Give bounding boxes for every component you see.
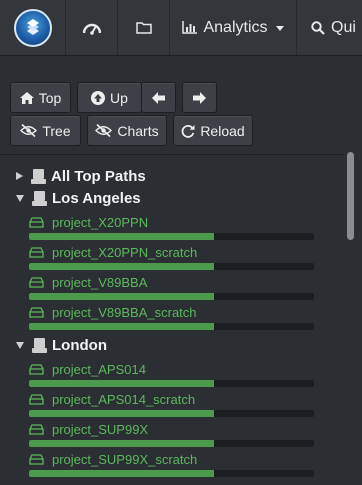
analytics-menu[interactable]: Analytics xyxy=(170,0,297,55)
tree-item-label: project_SUP99X_scratch xyxy=(52,451,198,467)
charts-button-label: Charts xyxy=(117,122,159,139)
usage-bar xyxy=(29,470,314,477)
hard-drive-icon xyxy=(32,337,47,353)
disk-icon xyxy=(29,393,44,405)
usage-bar-fill xyxy=(29,380,215,387)
tree-item-label-row: project_SUP99X_scratch xyxy=(29,450,197,468)
hard-drive-icon xyxy=(31,168,46,184)
usage-bar xyxy=(29,293,314,300)
quick-search-menu[interactable]: Qui xyxy=(297,0,362,55)
back-button[interactable] xyxy=(141,82,176,113)
arrow-right-icon xyxy=(193,91,206,104)
arrow-circle-up-icon xyxy=(91,90,106,105)
logo-link[interactable] xyxy=(0,0,66,55)
speedometer-icon xyxy=(82,23,101,35)
disk-icon xyxy=(29,246,44,258)
usage-bar-fill xyxy=(29,293,215,300)
tree-group-london[interactable]: London xyxy=(16,335,107,355)
folder-link[interactable] xyxy=(118,0,170,55)
expand-arrow-icon[interactable] xyxy=(16,172,23,180)
collapse-arrow-icon[interactable] xyxy=(16,194,24,202)
folder-icon xyxy=(135,22,152,34)
usage-bar xyxy=(29,323,314,330)
tree-item-label-row: project_APS014 xyxy=(29,360,146,378)
tree-item[interactable]: project_SUP99X_scratch xyxy=(29,450,315,480)
forward-button[interactable] xyxy=(182,82,217,113)
disk-icon xyxy=(29,363,44,375)
bar-chart-icon xyxy=(182,21,198,34)
tree-item-label: project_APS014 xyxy=(52,361,146,377)
up-button-label: Up xyxy=(110,89,128,106)
up-button[interactable]: Up xyxy=(77,82,142,113)
reload-button-label: Reload xyxy=(200,122,245,139)
tree-item-label-row: project_X20PPN_scratch xyxy=(29,243,197,261)
disk-icon xyxy=(29,306,44,318)
tree-item[interactable]: project_X20PPN xyxy=(29,213,315,243)
tree-root-row[interactable]: All Top Paths xyxy=(16,166,146,186)
disk-icon xyxy=(29,216,44,228)
charts-toggle-button[interactable]: Charts xyxy=(87,115,167,146)
toolbar-divider xyxy=(0,154,344,155)
home-icon xyxy=(19,91,34,104)
usage-bar xyxy=(29,233,314,240)
tree-group-los-angeles[interactable]: Los Angeles xyxy=(16,188,141,208)
disk-icon xyxy=(29,423,44,435)
usage-bar-fill xyxy=(29,323,215,330)
group-label: London xyxy=(52,336,107,354)
usage-bar xyxy=(29,263,314,270)
tree-item-label-row: project_V89BBA_scratch xyxy=(29,303,197,321)
usage-bar-fill xyxy=(29,410,215,417)
tree-item[interactable]: project_X20PPN_scratch xyxy=(29,243,315,273)
usage-bar xyxy=(29,380,314,387)
scrollbar-thumb[interactable] xyxy=(347,152,354,240)
tree-item-label-row: project_APS014_scratch xyxy=(29,390,195,408)
top-button-label: Top xyxy=(38,89,62,106)
usage-bar-fill xyxy=(29,263,215,270)
eye-slash-icon xyxy=(20,124,38,137)
tree-root-label: All Top Paths xyxy=(51,167,146,185)
usage-bar-fill xyxy=(29,440,215,447)
top-navbar: Analytics Qui xyxy=(0,0,362,56)
collapse-arrow-icon[interactable] xyxy=(16,341,24,349)
hard-drive-icon xyxy=(32,190,47,206)
tree-item-label: project_V89BBA xyxy=(52,274,148,290)
reload-button[interactable]: Reload xyxy=(173,115,253,146)
tree-item[interactable]: project_V89BBA xyxy=(29,273,315,303)
group-label: Los Angeles xyxy=(52,189,141,207)
tree-item[interactable]: project_APS014 xyxy=(29,360,315,390)
app-logo-icon xyxy=(13,8,52,47)
dashboard-link[interactable] xyxy=(66,0,118,55)
tree-item-label-row: project_V89BBA xyxy=(29,273,147,291)
tree-item-label: project_V89BBA_scratch xyxy=(52,304,197,320)
chevron-down-icon xyxy=(275,26,284,31)
tree-item-label-row: project_SUP99X xyxy=(29,420,148,438)
tree-button-label: Tree xyxy=(42,122,71,139)
disk-icon xyxy=(29,276,44,288)
tree-item[interactable]: project_SUP99X xyxy=(29,420,315,450)
tree-item[interactable]: project_APS014_scratch xyxy=(29,390,315,420)
usage-bar xyxy=(29,440,314,447)
quick-label: Qui xyxy=(331,18,356,36)
disk-icon xyxy=(29,453,44,465)
arrow-left-icon xyxy=(152,91,165,104)
tree-item-label: project_APS014_scratch xyxy=(52,391,196,407)
tree-item-label-row: project_X20PPN xyxy=(29,213,148,231)
analytics-label: Analytics xyxy=(203,18,268,36)
tree-item[interactable]: project_V89BBA_scratch xyxy=(29,303,315,333)
usage-bar xyxy=(29,410,314,417)
tree-toggle-button[interactable]: Tree xyxy=(10,115,81,146)
tree-item-label: project_X20PPN xyxy=(52,214,149,230)
usage-bar-fill xyxy=(29,470,215,477)
refresh-icon xyxy=(181,124,195,138)
tree-item-label: project_SUP99X xyxy=(52,421,149,437)
usage-bar-fill xyxy=(29,233,215,240)
top-button[interactable]: Top xyxy=(10,82,71,113)
search-icon xyxy=(311,20,325,35)
eye-slash-icon xyxy=(95,124,113,137)
tree-item-label: project_X20PPN_scratch xyxy=(52,244,198,260)
